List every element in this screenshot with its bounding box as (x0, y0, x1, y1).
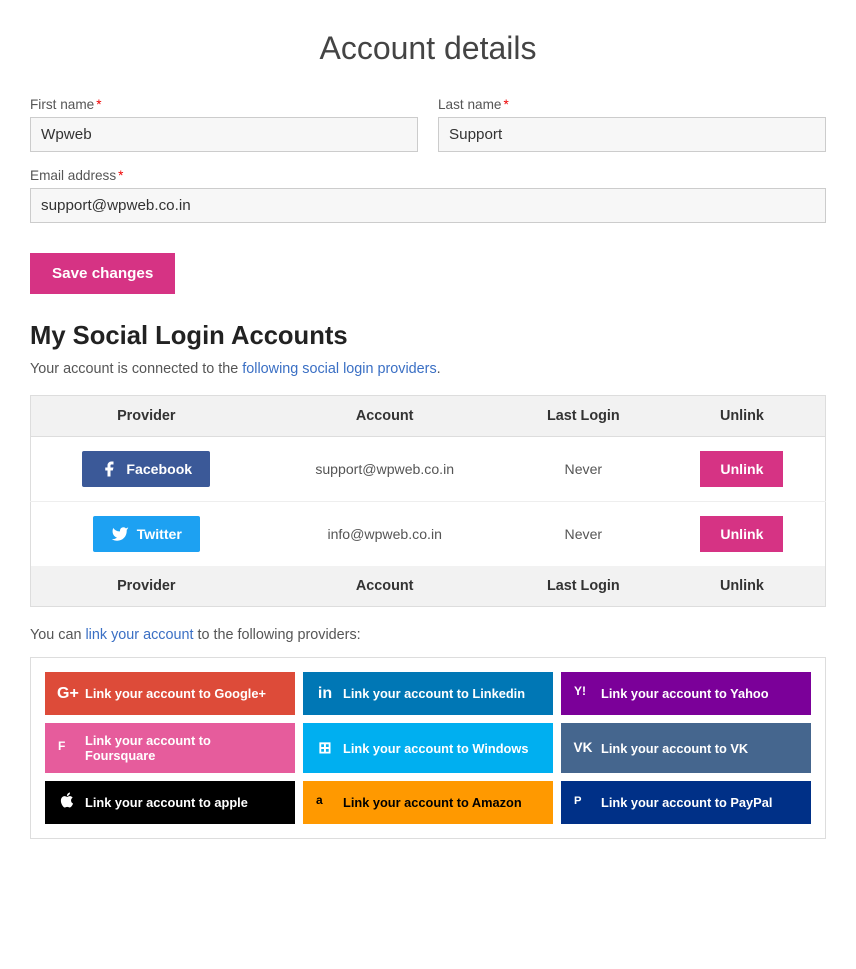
last-login-cell: Never (508, 437, 659, 502)
link-vk-button[interactable]: VK Link your account to VK (561, 723, 811, 773)
col-account: Account (262, 396, 508, 437)
facebook-icon (100, 460, 118, 478)
first-name-input[interactable] (30, 117, 418, 152)
email-label: Email address* (30, 168, 826, 183)
link-provider-label: Link your account to Yahoo (601, 686, 769, 701)
provider-cell: Facebook (31, 437, 262, 502)
amazon-icon: a (315, 791, 335, 814)
last-name-group: Last name* (438, 97, 826, 152)
svg-text:a: a (316, 793, 323, 807)
apple-icon (57, 791, 77, 814)
can-link-description: You can link your account to the followi… (30, 627, 826, 643)
col-provider: Provider (31, 396, 262, 437)
svg-text:F: F (58, 738, 65, 752)
link-provider-label: Link your account to PayPal (601, 795, 772, 810)
first-name-group: First name* (30, 97, 418, 152)
link-apple-button[interactable]: Link your account to apple (45, 781, 295, 824)
link-provider-label: Link your account to Foursquare (85, 733, 283, 763)
provider-cell: Twitter (31, 502, 262, 567)
last-name-input[interactable] (438, 117, 826, 152)
link-windows-button[interactable]: ⊞ Link your account to Windows (303, 723, 553, 773)
unlink-cell: Unlink (659, 437, 826, 502)
table-footer-row: Provider Account Last Login Unlink (31, 566, 826, 607)
table-row: Twitter info@wpweb.co.in Never Unlink (31, 502, 826, 567)
first-name-label: First name* (30, 97, 418, 112)
link-linkedin-button[interactable]: in Link your account to Linkedin (303, 672, 553, 715)
save-changes-button[interactable]: Save changes (30, 253, 175, 294)
link-provider-label: Link your account to Amazon (343, 795, 522, 810)
email-group: Email address* (30, 168, 826, 223)
connected-description: Your account is connected to the followi… (30, 361, 826, 377)
vk-icon: VK (573, 739, 593, 757)
link-google-button[interactable]: G+ Link your account to Google+ (45, 672, 295, 715)
link-provider-label: Link your account to Google+ (85, 686, 266, 701)
foursquare-icon: F (57, 737, 77, 760)
provider-button-facebook[interactable]: Facebook (82, 451, 210, 487)
link-foursquare-button[interactable]: F Link your account to Foursquare (45, 723, 295, 773)
link-yahoo-button[interactable]: Y! Link your account to Yahoo (561, 672, 811, 715)
paypal-icon: P (573, 791, 593, 814)
linkedin-icon: in (315, 685, 335, 703)
unlink-twitter-button[interactable]: Unlink (700, 516, 783, 552)
page-title: Account details (30, 30, 826, 67)
link-paypal-button[interactable]: P Link your account to PayPal (561, 781, 811, 824)
last-login-cell: Never (508, 502, 659, 567)
account-cell: info@wpweb.co.in (262, 502, 508, 567)
link-provider-label: Link your account to Linkedin (343, 686, 525, 701)
last-name-label: Last name* (438, 97, 826, 112)
email-input[interactable] (30, 188, 826, 223)
unlink-facebook-button[interactable]: Unlink (700, 451, 783, 487)
col-last-login-footer: Last Login (508, 566, 659, 607)
col-last-login: Last Login (508, 396, 659, 437)
col-unlink-footer: Unlink (659, 566, 826, 607)
link-provider-label: Link your account to Windows (343, 741, 528, 756)
svg-text:Y!: Y! (574, 684, 586, 698)
yahoo-icon: Y! (573, 682, 593, 705)
unlink-cell: Unlink (659, 502, 826, 567)
google-icon: G+ (57, 685, 77, 703)
link-amazon-button[interactable]: a Link your account to Amazon (303, 781, 553, 824)
windows-icon: ⊞ (315, 738, 335, 758)
social-login-title: My Social Login Accounts (30, 322, 826, 351)
svg-text:P: P (574, 795, 582, 807)
col-account-footer: Account (262, 566, 508, 607)
link-provider-label: Link your account to apple (85, 795, 248, 810)
link-providers-grid: G+ Link your account to Google+ in Link … (30, 657, 826, 839)
twitter-icon (111, 525, 129, 543)
provider-button-twitter[interactable]: Twitter (93, 516, 200, 552)
social-accounts-table: Provider Account Last Login Unlink Faceb… (30, 395, 826, 607)
account-cell: support@wpweb.co.in (262, 437, 508, 502)
table-row: Facebook support@wpweb.co.in Never Unlin… (31, 437, 826, 502)
col-provider-footer: Provider (31, 566, 262, 607)
table-header-row: Provider Account Last Login Unlink (31, 396, 826, 437)
name-row: First name* Last name* (30, 97, 826, 152)
col-unlink: Unlink (659, 396, 826, 437)
link-provider-label: Link your account to VK (601, 741, 748, 756)
